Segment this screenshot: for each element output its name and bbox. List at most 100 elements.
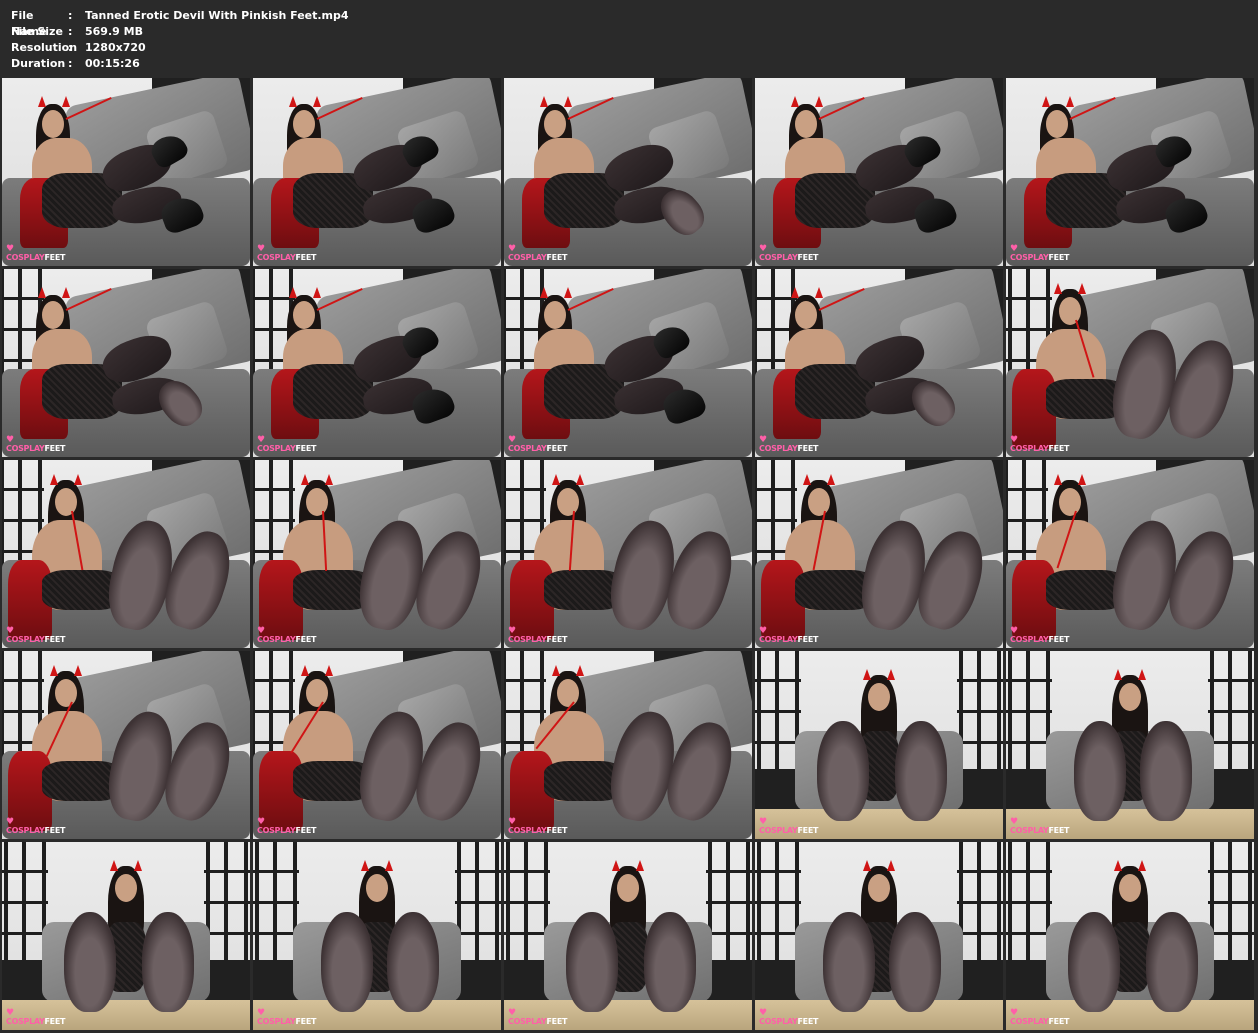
heart-icon: ♥ — [759, 626, 767, 636]
person — [1006, 651, 1254, 839]
heart-icon: ♥ — [508, 817, 516, 827]
face — [293, 110, 315, 138]
devil-horn-right-icon — [815, 287, 823, 298]
devil-horn-left-icon — [803, 474, 811, 485]
watermark-part1: COSPLAY — [6, 253, 45, 262]
watermark-part2: FEET — [295, 444, 317, 453]
resolution-value: 1280x720 — [85, 41, 146, 54]
video-frame-thumbnail: ♥ COSPLAYFEET — [2, 269, 250, 457]
devil-horn-left-icon — [289, 96, 297, 107]
devil-horn-right-icon — [325, 665, 333, 676]
person — [504, 651, 752, 839]
resolution-row: Resolution : 1280x720 — [11, 40, 349, 56]
cosplayfeet-watermark: ♥ COSPLAYFEET — [508, 244, 567, 262]
person — [253, 651, 501, 839]
foot-sole — [142, 912, 194, 1012]
heart-icon: ♥ — [6, 817, 14, 827]
cosplayfeet-watermark: ♥ COSPLAYFEET — [257, 435, 317, 453]
video-frame-thumbnail: ♥ COSPLAYFEET — [253, 78, 501, 266]
video-frame-thumbnail: ♥ COSPLAYFEET — [253, 460, 501, 648]
devil-horn-left-icon — [361, 860, 369, 871]
devil-horn-right-icon — [313, 96, 321, 107]
cosplayfeet-watermark: ♥ COSPLAYFEET — [508, 435, 567, 453]
frame-scene — [504, 460, 752, 648]
watermark-part2: FEET — [1048, 635, 1070, 644]
video-frame-thumbnail: ♥ COSPLAYFEET — [2, 842, 250, 1030]
heart-icon: ♥ — [508, 244, 516, 254]
devil-horn-right-icon — [1066, 96, 1074, 107]
watermark-part1: COSPLAY — [257, 635, 296, 644]
devil-horn-left-icon — [38, 287, 46, 298]
devil-horn-right-icon — [887, 669, 895, 680]
file-info-table: File Name : Tanned Erotic Devil With Pin… — [11, 8, 349, 72]
whip — [1069, 96, 1116, 120]
heart-icon: ♥ — [759, 244, 767, 254]
face — [55, 488, 77, 516]
face — [293, 301, 315, 329]
person — [755, 651, 1003, 839]
file-size-row: File Size : 569.9 MB — [11, 24, 349, 40]
heart-icon: ♥ — [6, 626, 14, 636]
heart-icon: ♥ — [257, 626, 265, 636]
frame-scene — [2, 460, 250, 648]
person — [2, 269, 250, 457]
cosplayfeet-watermark: ♥ COSPLAYFEET — [508, 1008, 567, 1026]
foot-sole — [1068, 912, 1120, 1012]
frame-scene — [1006, 460, 1254, 648]
watermark-part2: FEET — [797, 444, 819, 453]
devil-horn-left-icon — [552, 665, 560, 676]
duration-sep: : — [68, 57, 73, 70]
frame-scene — [1006, 269, 1254, 457]
heart-icon: ♥ — [1010, 244, 1018, 254]
person — [2, 78, 250, 266]
heart-icon: ♥ — [759, 1008, 767, 1018]
watermark-part1: COSPLAY — [1010, 635, 1049, 644]
heart-icon: ♥ — [1010, 626, 1018, 636]
frame-scene — [504, 269, 752, 457]
watermark-part1: COSPLAY — [508, 253, 547, 262]
frame-scene — [504, 842, 752, 1030]
devil-horn-left-icon — [289, 287, 297, 298]
watermark-part1: COSPLAY — [257, 253, 296, 262]
resolution-sep: : — [68, 41, 73, 54]
foot-sole — [1146, 912, 1198, 1012]
cosplayfeet-watermark: ♥ COSPLAYFEET — [508, 817, 567, 835]
watermark-part2: FEET — [1048, 253, 1070, 262]
devil-horn-right-icon — [887, 860, 895, 871]
video-frame-thumbnail: ♥ COSPLAYFEET — [1006, 842, 1254, 1030]
watermark-part2: FEET — [797, 826, 819, 835]
video-frame-thumbnail: ♥ COSPLAYFEET — [2, 78, 250, 266]
face — [42, 110, 64, 138]
devil-horn-left-icon — [540, 96, 548, 107]
file-size-label: File Size — [11, 25, 63, 38]
devil-horn-right-icon — [576, 474, 584, 485]
frame-scene — [253, 269, 501, 457]
devil-horn-right-icon — [1138, 860, 1146, 871]
frame-scene — [1006, 78, 1254, 266]
watermark-part2: FEET — [295, 826, 317, 835]
devil-horn-left-icon — [38, 96, 46, 107]
watermark-part1: COSPLAY — [1010, 444, 1049, 453]
person — [1006, 269, 1254, 457]
file-name-value: Tanned Erotic Devil With Pinkish Feet.mp… — [85, 9, 349, 22]
video-frame-thumbnail: ♥ COSPLAYFEET — [1006, 651, 1254, 839]
foot-sole — [889, 912, 941, 1012]
cosplayfeet-watermark: ♥ COSPLAYFEET — [6, 817, 65, 835]
cosplayfeet-watermark: ♥ COSPLAYFEET — [508, 626, 567, 644]
file-name-label: File Name — [11, 9, 47, 38]
heart-icon: ♥ — [759, 817, 767, 827]
duration-value: 00:15:26 — [85, 57, 140, 70]
watermark-part2: FEET — [44, 635, 66, 644]
devil-horn-left-icon — [50, 474, 58, 485]
cosplayfeet-watermark: ♥ COSPLAYFEET — [257, 817, 317, 835]
whip — [818, 96, 865, 120]
file-info-header: File Name : Tanned Erotic Devil With Pin… — [0, 0, 1258, 78]
thumbnail-grid: ♥ COSPLAYFEET ♥ COSPLAYFEET ♥ COSPLAYFEET ♥ COS… — [2, 78, 1258, 1033]
person — [253, 460, 501, 648]
video-frame-thumbnail: ♥ COSPLAYFEET — [755, 460, 1003, 648]
watermark-part2: FEET — [44, 1017, 66, 1026]
heart-icon: ♥ — [6, 244, 14, 254]
frame-scene — [755, 460, 1003, 648]
face — [1059, 297, 1081, 325]
frame-scene — [755, 269, 1003, 457]
